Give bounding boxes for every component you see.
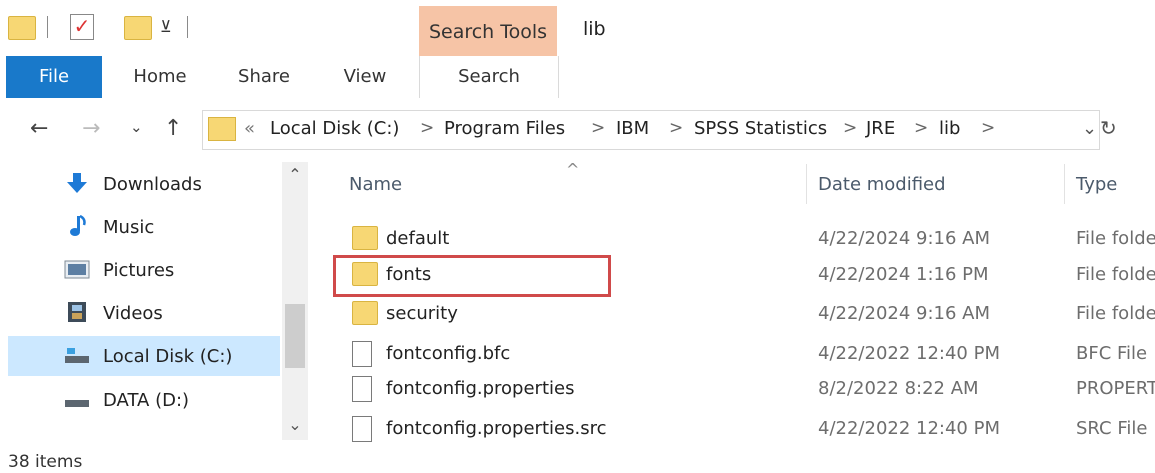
file-type: BFC File <box>1076 343 1148 364</box>
tab-home[interactable]: Home <box>124 56 196 98</box>
file-type: File folder <box>1076 264 1155 285</box>
file-date: 4/22/2024 1:16 PM <box>818 264 989 285</box>
recent-locations-icon[interactable]: ⌄ <box>130 118 143 136</box>
chevron-right-icon[interactable]: > <box>981 118 995 138</box>
file-name: fontconfig.properties.src <box>386 418 607 439</box>
chevron-right-icon[interactable]: > <box>843 118 857 138</box>
sidebar-item-downloads[interactable]: Downloads <box>58 166 278 202</box>
breadcrumb-ibm[interactable]: IBM <box>616 118 649 139</box>
annotation-highlight-box <box>333 255 611 297</box>
breadcrumb-spss-statistics[interactable]: SPSS Statistics <box>694 118 827 139</box>
column-divider[interactable] <box>806 164 807 204</box>
scroll-up-icon[interactable]: ⌃ <box>282 165 308 184</box>
film-icon <box>68 302 86 322</box>
file-row-fontconfig-properties[interactable]: fontconfig.properties 8/2/2022 8:22 AM P… <box>330 370 1155 408</box>
search-tools-label: Search Tools <box>428 21 548 43</box>
new-folder-icon[interactable] <box>124 16 152 40</box>
up-arrow-icon[interactable]: ↑ <box>164 116 182 141</box>
column-header-date[interactable]: Date modified <box>818 174 946 195</box>
status-item-count: 38 items <box>8 452 83 472</box>
chevron-right-icon[interactable]: > <box>591 118 605 138</box>
file-row-default[interactable]: default 4/22/2024 9:16 AM File folder <box>330 220 1155 258</box>
breadcrumb-program-files[interactable]: Program Files <box>444 118 565 139</box>
file-date: 8/2/2022 8:22 AM <box>818 378 979 399</box>
drive-icon <box>65 400 89 407</box>
chevron-right-icon[interactable]: > <box>669 118 683 138</box>
download-arrow-icon <box>67 173 87 193</box>
address-overflow[interactable]: « <box>244 118 255 139</box>
file-icon <box>352 376 372 402</box>
sidebar-item-label: Local Disk (C:) <box>103 346 233 367</box>
sort-ascending-icon: ^ <box>566 160 580 179</box>
sidebar-item-label: Videos <box>103 303 163 324</box>
sidebar-item-pictures[interactable]: Pictures <box>58 252 278 288</box>
toolbar-separator <box>47 16 48 38</box>
sidebar-item-data-drive[interactable]: DATA (D:) <box>58 382 278 418</box>
sidebar-item-label: Downloads <box>103 174 202 195</box>
file-type: SRC File <box>1076 418 1148 439</box>
pictures-icon <box>64 260 90 279</box>
properties-icon[interactable]: ✓ <box>70 14 94 40</box>
title-bar <box>0 0 1155 56</box>
column-divider[interactable] <box>1064 164 1065 204</box>
file-type: File folder <box>1076 228 1155 249</box>
drive-icon <box>65 348 89 363</box>
tab-search[interactable]: Search <box>419 56 559 98</box>
file-type: PROPERTIES <box>1076 378 1155 399</box>
file-row-fontconfig-properties-src[interactable]: fontconfig.properties.src 4/22/2022 12:4… <box>330 410 1155 448</box>
forward-arrow-icon[interactable]: → <box>82 116 100 141</box>
window-title: lib <box>583 18 606 40</box>
breadcrumb-local-disk[interactable]: Local Disk (C:) <box>270 118 399 139</box>
breadcrumb-lib[interactable]: lib <box>939 118 960 139</box>
folder-icon <box>352 301 378 325</box>
scrollbar-thumb[interactable] <box>285 304 305 368</box>
chevron-down-icon[interactable]: ⌄ <box>1082 118 1097 139</box>
sidebar-item-label: DATA (D:) <box>103 390 190 411</box>
folder-icon <box>352 226 378 250</box>
back-arrow-icon[interactable]: ← <box>30 116 48 141</box>
sidebar-item-label: Music <box>103 217 155 238</box>
file-name: fontconfig.properties <box>386 378 575 399</box>
file-name: default <box>386 228 450 249</box>
column-header-name[interactable]: Name <box>349 174 402 195</box>
chevron-right-icon[interactable]: > <box>420 118 434 138</box>
folder-icon <box>208 117 236 141</box>
scroll-down-icon[interactable]: ⌄ <box>282 415 308 434</box>
file-date: 4/22/2022 12:40 PM <box>818 343 1000 364</box>
breadcrumb-jre[interactable]: JRE <box>866 118 895 139</box>
file-row-fontconfig-bfc[interactable]: fontconfig.bfc 4/22/2022 12:40 PM BFC Fi… <box>330 335 1155 373</box>
file-name: security <box>386 303 458 324</box>
file-icon <box>352 341 372 367</box>
sidebar-item-videos[interactable]: Videos <box>58 295 278 331</box>
sidebar-item-local-disk[interactable]: Local Disk (C:) <box>8 336 280 376</box>
sidebar-scrollbar[interactable] <box>282 162 308 440</box>
music-note-icon <box>70 215 86 236</box>
file-name: fontconfig.bfc <box>386 343 511 364</box>
tab-share[interactable]: Share <box>226 56 302 98</box>
column-header-type[interactable]: Type <box>1076 174 1117 195</box>
sidebar-item-label: Pictures <box>103 260 175 281</box>
file-date: 4/22/2022 12:40 PM <box>818 418 1000 439</box>
file-icon <box>352 416 372 442</box>
chevron-right-icon[interactable]: > <box>914 118 928 138</box>
toolbar-separator <box>187 16 188 38</box>
sidebar-item-music[interactable]: Music <box>58 209 278 245</box>
file-date: 4/22/2024 9:16 AM <box>818 228 991 249</box>
file-date: 4/22/2024 9:16 AM <box>818 303 991 324</box>
folder-icon[interactable] <box>8 16 36 40</box>
file-type: File folder <box>1076 303 1155 324</box>
tab-view[interactable]: View <box>330 56 400 98</box>
refresh-icon[interactable]: ↻ <box>1100 116 1117 140</box>
customize-toolbar-icon[interactable]: ⊻ <box>160 17 172 36</box>
tab-file[interactable]: File <box>6 56 102 98</box>
file-row-security[interactable]: security 4/22/2024 9:16 AM File folder <box>330 295 1155 333</box>
